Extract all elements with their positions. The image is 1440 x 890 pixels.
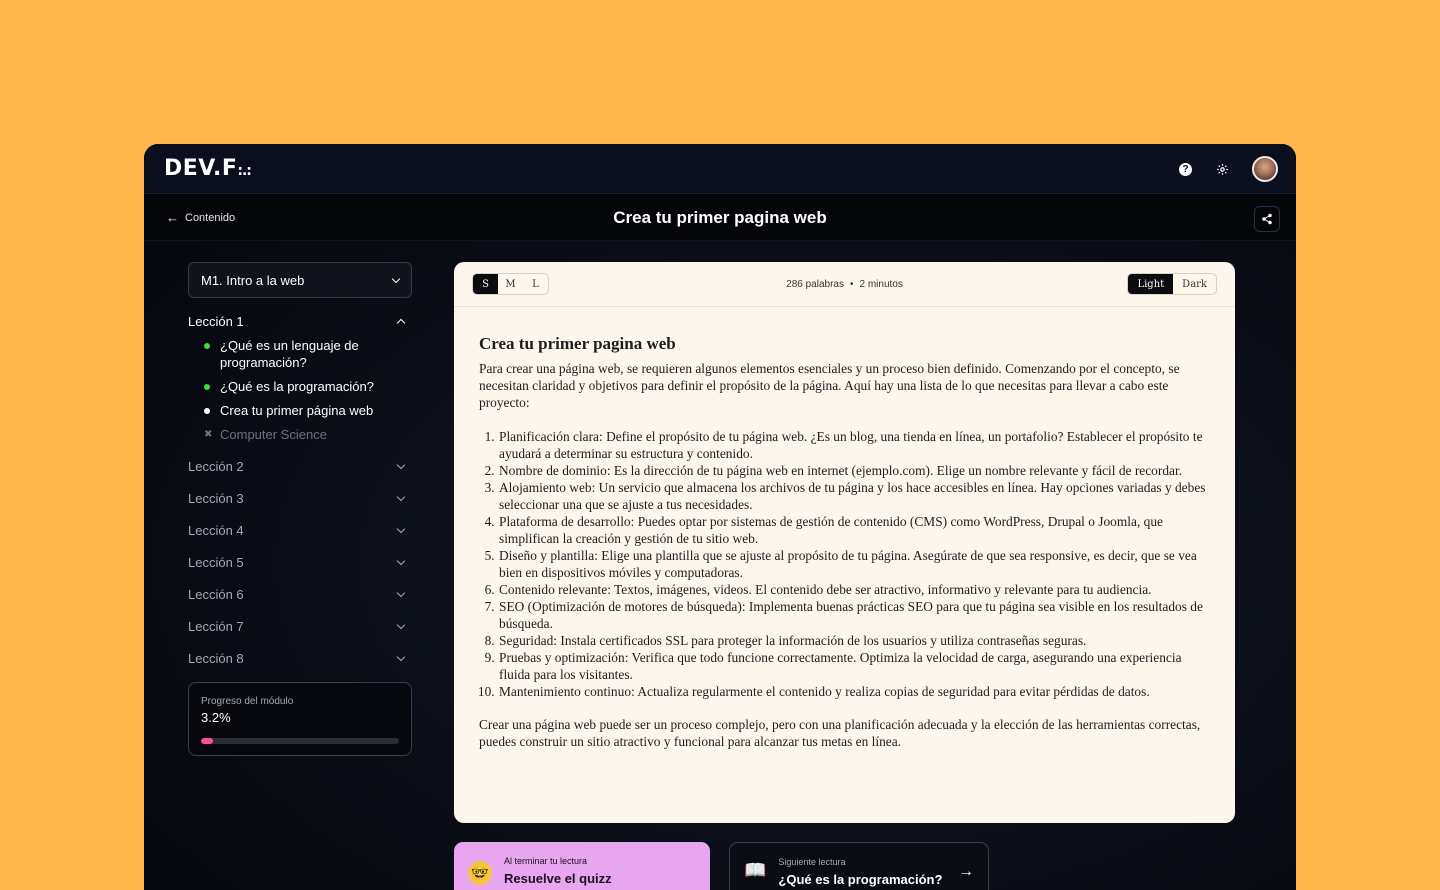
chevron-down-icon	[396, 620, 406, 629]
article-step: Planificación clara: Define el propósito…	[498, 428, 1210, 462]
read-time: 2 minutos	[859, 279, 903, 290]
reader-panel: S M L 286 palabras • 2 minutos Light Dark …	[454, 262, 1235, 823]
progress-track	[201, 738, 399, 744]
article-step: Diseño y plantilla: Elige una plantilla …	[498, 547, 1210, 581]
nerd-face-icon: 🤓	[468, 861, 492, 885]
theme-toggle: Light Dark	[1127, 273, 1217, 295]
lesson-label: Lección 4	[188, 522, 244, 538]
reader-toolbar: S M L 286 palabras • 2 minutos Light Dark	[454, 262, 1235, 307]
help-icon[interactable]: ?	[1179, 162, 1192, 176]
lesson-item-label: ¿Qué es un lenguaje de programación?	[220, 338, 359, 370]
lesson-label: Lección 3	[188, 490, 244, 506]
share-button[interactable]	[1254, 206, 1280, 232]
article-steps: Planificación clara: Define el propósito…	[498, 428, 1210, 700]
lesson-item-label: Crea tu primer página web	[220, 403, 374, 418]
module-select-value: M1. Intro a la web	[201, 272, 305, 288]
lesson-item-label: ¿Qué es la programación?	[220, 379, 374, 394]
lesson-1-header[interactable]: Lección 1	[188, 314, 412, 329]
next-reading-button[interactable]: 📖 Siguiente lectura ¿Qué es la programac…	[729, 842, 989, 890]
theme-dark-button[interactable]: Dark	[1173, 274, 1216, 294]
completed-dot-icon	[204, 343, 210, 349]
article-intro: Para crear una página web, se requieren …	[479, 361, 1180, 410]
gear-icon[interactable]	[1214, 161, 1230, 177]
book-icon: 📖	[744, 860, 767, 880]
completed-dot-icon	[204, 384, 210, 390]
lesson-8-header[interactable]: Lección 8	[188, 642, 412, 674]
chevron-down-icon	[396, 556, 406, 565]
lesson-header: ← Contenido Crea tu primer pagina web	[144, 194, 1296, 241]
progress-label: Progreso del módulo	[201, 696, 294, 707]
locked-x-icon: ✖	[204, 429, 213, 440]
word-count: 286 palabras	[786, 279, 844, 290]
lesson-item-label: Computer Science	[220, 427, 327, 442]
lesson-item-primer-pagina[interactable]: Crea tu primer página web	[188, 402, 412, 419]
lesson-7-header[interactable]: Lección 7	[188, 610, 412, 642]
article-step: SEO (Optimización de motores de búsqueda…	[498, 598, 1210, 632]
lesson-6-header[interactable]: Lección 6	[188, 578, 412, 610]
lesson-3-header[interactable]: Lección 3	[188, 482, 412, 514]
chevron-up-icon	[396, 318, 406, 328]
avatar[interactable]	[1252, 156, 1278, 182]
module-progress-card: Progreso del módulo 3.2%	[188, 682, 412, 756]
module-select[interactable]: M1. Intro a la web	[188, 262, 412, 298]
lesson-4-header[interactable]: Lección 4	[188, 514, 412, 546]
lesson-label: Lección 1	[188, 314, 244, 329]
article-step: Pruebas y optimización: Verifica que tod…	[498, 649, 1210, 683]
chevron-down-icon	[396, 460, 406, 469]
article-title: Crea tu primer pagina web	[479, 334, 676, 353]
article-step: Seguridad: Instala certificados SSL para…	[498, 632, 1210, 649]
lesson-label: Lección 7	[188, 618, 244, 634]
arrow-right-icon: →	[958, 863, 974, 880]
share-icon	[1262, 213, 1272, 225]
lesson-item-computer-science[interactable]: ✖ Computer Science	[188, 426, 412, 443]
quiz-cta-button[interactable]: 🤓 Al terminar tu lectura Resuelve el qui…	[454, 842, 710, 890]
lesson-label: Lección 2	[188, 458, 244, 474]
chevron-down-icon	[396, 492, 406, 501]
lesson-5-header[interactable]: Lección 5	[188, 546, 412, 578]
chevron-down-icon	[396, 524, 406, 533]
article-step: Contenido relevante: Textos, imágenes, v…	[498, 581, 1210, 598]
article-step: Alojamiento web: Un servicio que almacen…	[498, 479, 1210, 513]
progress-fill	[201, 738, 213, 744]
chevron-down-icon	[396, 588, 406, 597]
app-window: DEV.F:.: ? ← Contenido Crea tu primer pa…	[144, 144, 1296, 890]
progress-value: 3.2%	[201, 710, 231, 725]
lesson-label: Lección 8	[188, 650, 244, 666]
lesson-item-lenguaje[interactable]: ¿Qué es un lenguaje de programación?	[188, 337, 412, 371]
article-step: Mantenimiento continuo: Actualiza regula…	[498, 683, 1210, 700]
lesson-label: Lección 5	[188, 554, 244, 570]
article-step: Nombre de dominio: Es la dirección de tu…	[498, 462, 1210, 479]
page-title: Crea tu primer pagina web	[613, 208, 827, 227]
lesson-label: Lección 6	[188, 586, 244, 602]
current-dot-icon	[204, 408, 210, 414]
quiz-cta-label: Resuelve el quizz	[504, 871, 612, 886]
chevron-down-icon	[391, 274, 401, 283]
theme-light-button[interactable]: Light	[1128, 274, 1174, 294]
lesson-1-items: ¿Qué es un lenguaje de programación? ¿Qu…	[188, 337, 412, 443]
devf-logo[interactable]: DEV.F:.:	[164, 156, 252, 181]
lesson-2-header[interactable]: Lección 2	[188, 450, 412, 482]
quiz-cta-caption: Al terminar tu lectura	[504, 856, 588, 866]
next-reading-caption: Siguiente lectura	[778, 857, 846, 867]
lesson-item-programacion[interactable]: ¿Qué es la programación?	[188, 378, 412, 395]
next-reading-label: ¿Qué es la programación?	[778, 872, 943, 887]
article: Crea tu primer pagina web Para crear una…	[454, 307, 1235, 750]
sidebar: M1. Intro a la web Lección 1 ¿Qué es un …	[188, 262, 412, 756]
article-conclusion: Crear una página web puede ser un proces…	[479, 717, 1201, 749]
top-bar: DEV.F:.: ?	[144, 144, 1296, 194]
article-step: Plataforma de desarrollo: Puedes optar p…	[498, 513, 1210, 547]
reading-meta: 286 palabras • 2 minutos	[786, 279, 903, 290]
chevron-down-icon	[396, 652, 406, 661]
